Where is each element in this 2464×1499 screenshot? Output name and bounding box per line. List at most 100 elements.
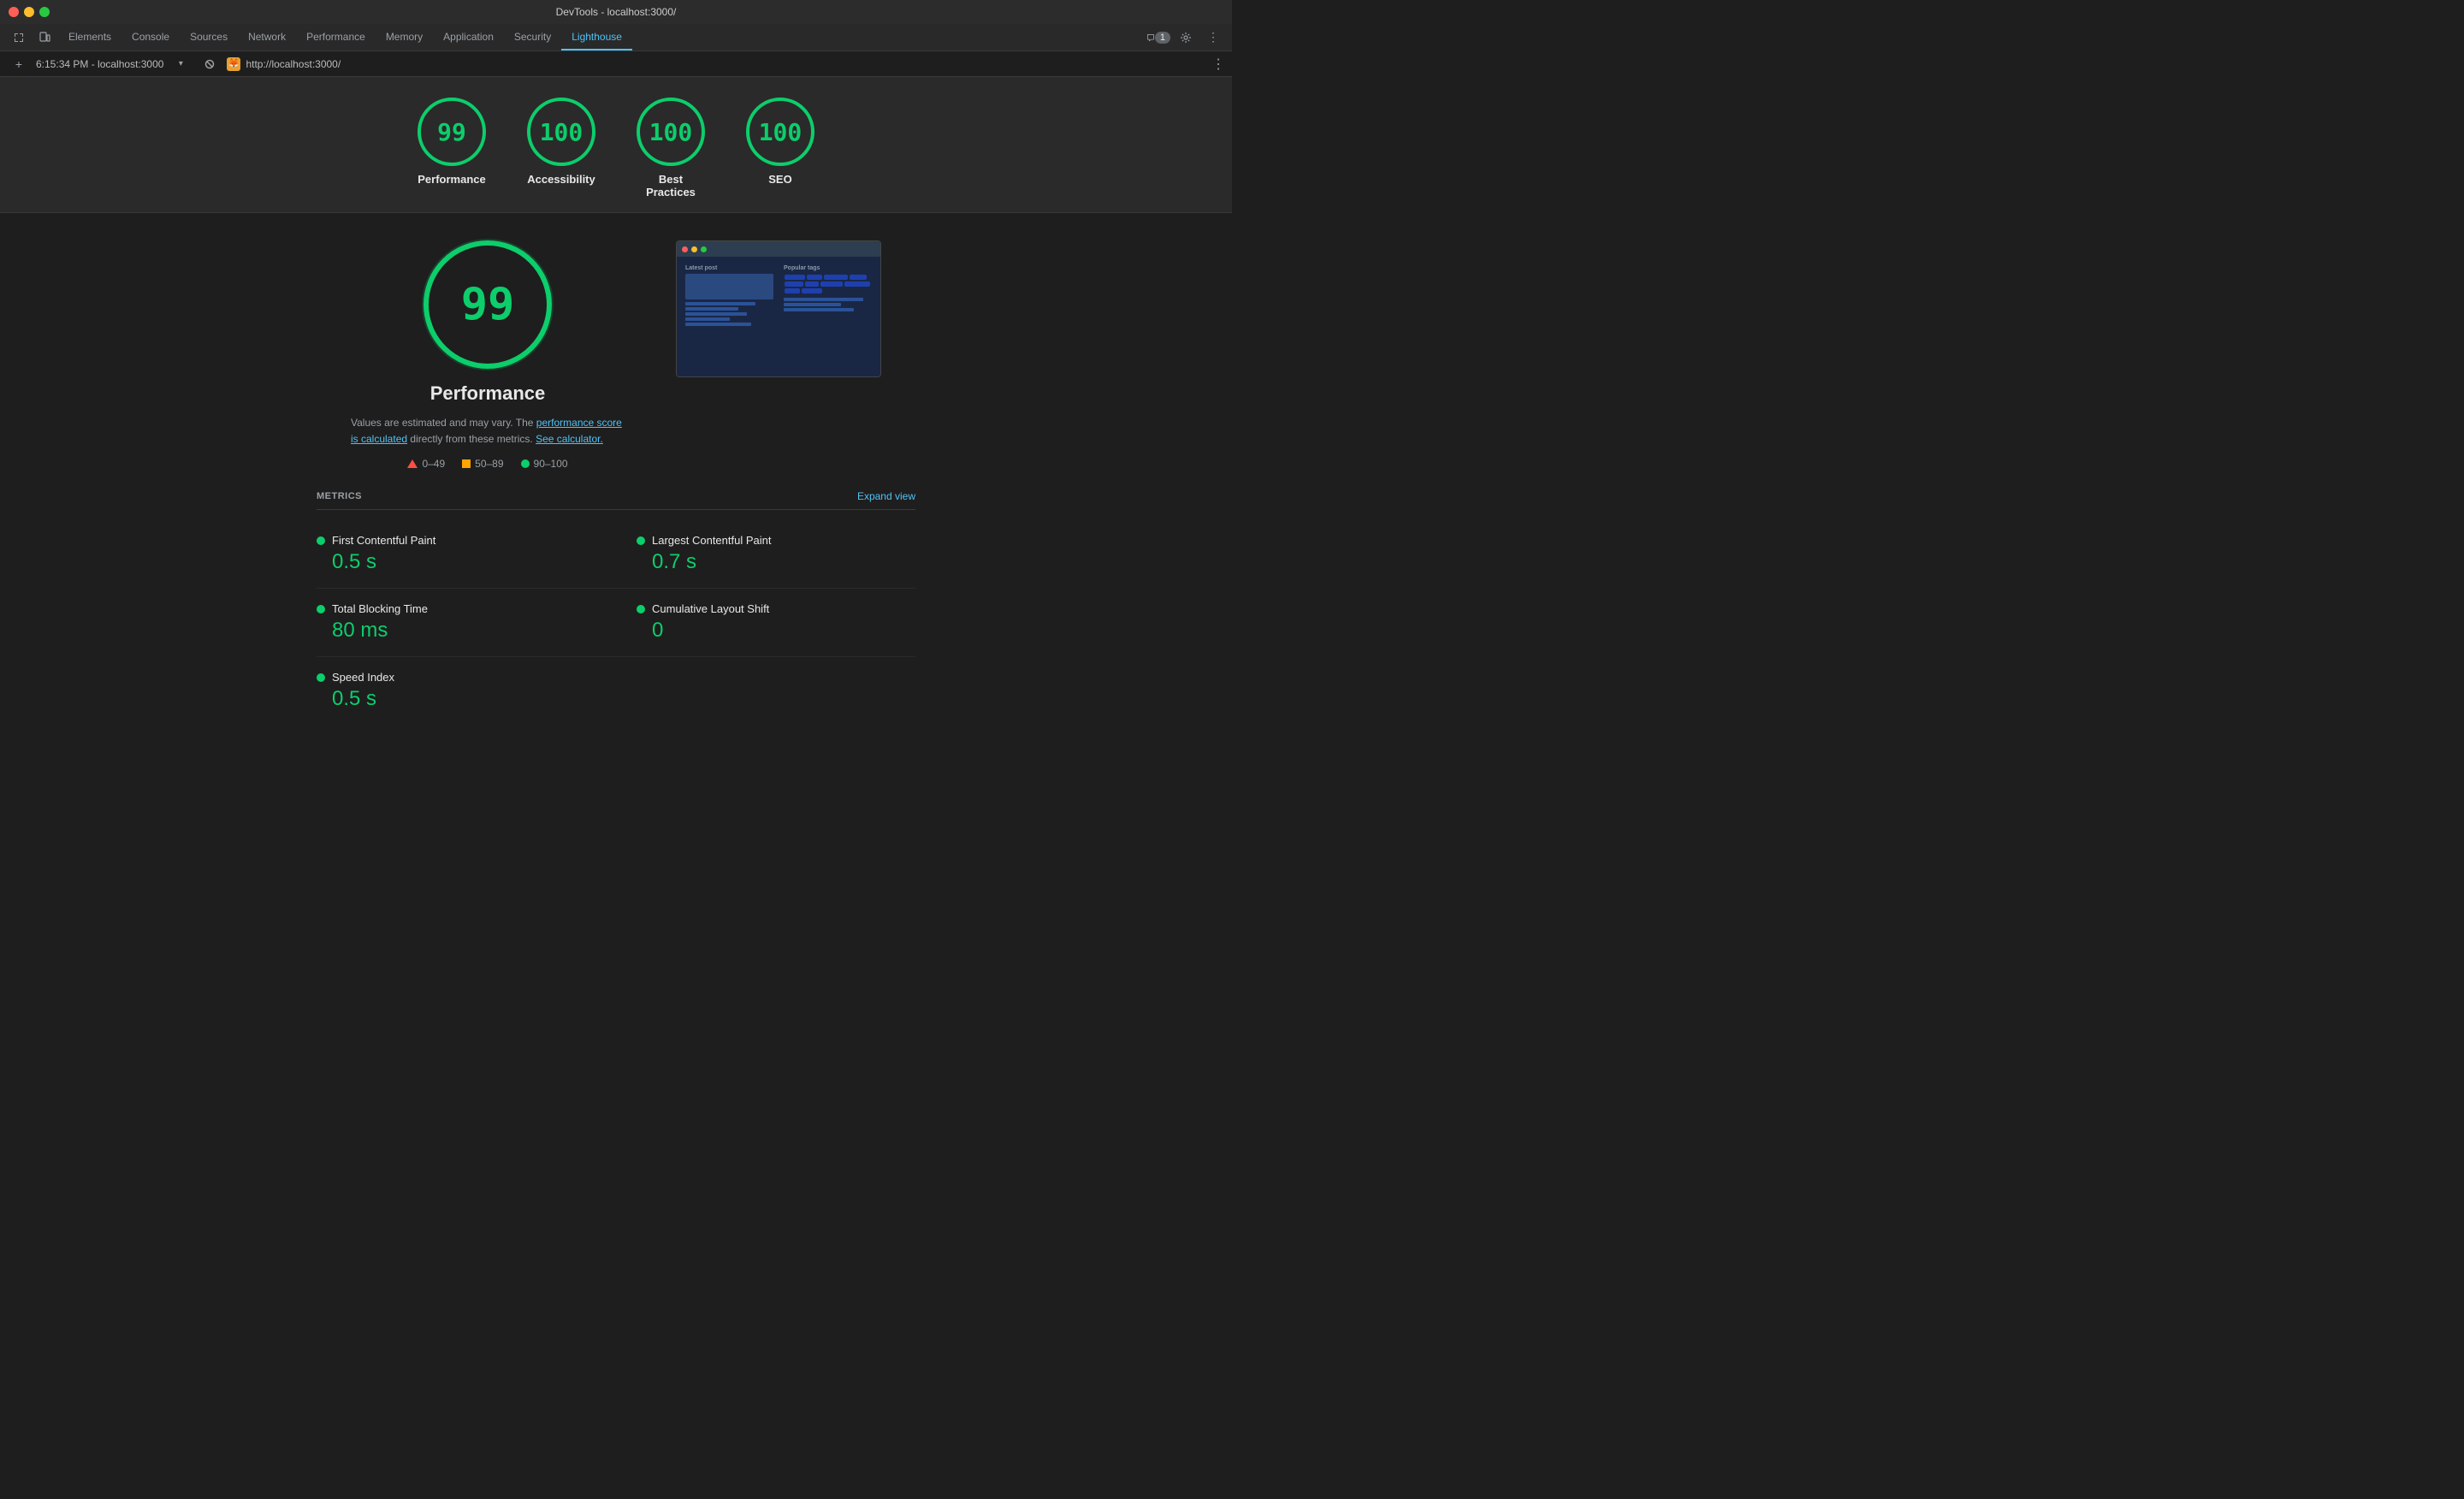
score-value-accessibility: 100 (540, 118, 583, 146)
metric-tbt-value: 80 ms (332, 619, 616, 643)
screenshot-bar-r2 (784, 303, 841, 306)
see-calculator-link[interactable]: See calculator. (536, 433, 603, 445)
metric-si: Speed Index 0.5 s (317, 657, 616, 725)
score-seo[interactable]: 100 SEO (746, 98, 814, 198)
screenshot-tag-9 (785, 288, 800, 293)
ss-close-dot (682, 246, 688, 252)
screenshot-tag-10 (802, 288, 822, 293)
metric-tbt-name: Total Blocking Time (332, 602, 428, 615)
metrics-header: METRICS Expand view (317, 490, 915, 510)
tab-security[interactable]: Security (504, 24, 561, 50)
score-accessibility[interactable]: 100 Accessibility (527, 98, 595, 198)
tab-application[interactable]: Application (433, 24, 504, 50)
url-dropdown-button[interactable]: ▾ (169, 52, 192, 76)
metric-fcp: First Contentful Paint 0.5 s (317, 520, 616, 589)
metric-cls-name: Cumulative Layout Shift (652, 602, 769, 615)
score-value-performance: 99 (437, 118, 466, 146)
legend-pass-label: 90–100 (534, 458, 568, 470)
metric-si-name: Speed Index (332, 671, 394, 684)
metric-lcp-dot (637, 536, 645, 545)
performance-header: 99 Performance Values are estimated and … (351, 240, 881, 470)
score-circle-performance: 99 (418, 98, 486, 166)
legend-fail-label: 0–49 (422, 458, 445, 470)
metric-lcp: Largest Contentful Paint 0.7 s (616, 520, 915, 589)
screenshot-titlebar (677, 241, 880, 257)
settings-button[interactable] (1174, 26, 1198, 50)
performance-description: Values are estimated and may vary. The p… (351, 415, 625, 447)
score-performance[interactable]: 99 Performance (418, 98, 486, 198)
screenshot-bar-5 (685, 323, 751, 326)
more-button[interactable]: ⋮ (1201, 26, 1225, 50)
metric-si-value: 0.5 s (332, 687, 616, 711)
screenshot-right-col: Popular tags (780, 262, 875, 371)
stop-button[interactable] (198, 52, 222, 76)
screenshot-tag-3 (824, 275, 848, 280)
url-bar: + 6:15:34 PM - localhost:3000 ▾ 🦊 http:/… (0, 51, 1232, 77)
screenshot-tag-4 (850, 275, 867, 280)
url-time: 6:15:34 PM - localhost:3000 (36, 58, 163, 70)
traffic-lights (9, 7, 50, 17)
ss-max-dot (701, 246, 707, 252)
inspect-element-button[interactable] (7, 26, 31, 50)
chat-badge: 1 (1155, 32, 1170, 44)
device-toolbar-button[interactable] (33, 26, 56, 50)
tab-list: Elements Console Sources Network Perform… (58, 24, 1145, 50)
legend-fail-icon (407, 459, 418, 468)
close-button[interactable] (9, 7, 19, 17)
score-label-seo: SEO (768, 173, 791, 186)
screenshot-tag-6 (805, 281, 819, 287)
maximize-button[interactable] (39, 7, 50, 17)
ss-min-dot (691, 246, 697, 252)
chat-button[interactable]: 1 (1146, 26, 1170, 50)
tab-performance[interactable]: Performance (296, 24, 376, 50)
tab-memory[interactable]: Memory (376, 24, 433, 50)
performance-score-circle: 99 (424, 240, 552, 369)
screenshot-tag-2 (807, 275, 822, 280)
screenshot-tag-1 (785, 275, 805, 280)
legend-average-label: 50–89 (475, 458, 503, 470)
score-best-practices[interactable]: 100 BestPractices (637, 98, 705, 198)
tab-elements[interactable]: Elements (58, 24, 121, 50)
legend-pass-icon (521, 459, 530, 468)
tab-network[interactable]: Network (238, 24, 296, 50)
metrics-grid: First Contentful Paint 0.5 s Largest Con… (317, 520, 915, 725)
score-circle-accessibility: 100 (527, 98, 595, 166)
performance-score-value: 99 (461, 279, 515, 330)
tab-console[interactable]: Console (121, 24, 180, 50)
metric-si-dot (317, 673, 325, 682)
score-circle-seo: 100 (746, 98, 814, 166)
metric-cls: Cumulative Layout Shift 0 (616, 589, 915, 657)
metric-lcp-name-row: Largest Contentful Paint (637, 534, 915, 547)
screenshot-bar-4 (685, 317, 730, 321)
score-label-accessibility: Accessibility (527, 173, 595, 186)
favicon: 🦊 (227, 57, 240, 71)
screenshot-bar-r1 (784, 298, 863, 301)
screenshot-tags (784, 274, 872, 294)
metric-lcp-name: Largest Contentful Paint (652, 534, 771, 547)
score-value-seo: 100 (759, 118, 803, 146)
screenshot-tag-5 (785, 281, 803, 287)
metric-tbt-name-row: Total Blocking Time (317, 602, 616, 615)
score-label-performance: Performance (418, 173, 485, 186)
metric-cls-dot (637, 605, 645, 613)
devtools-toolbar: Elements Console Sources Network Perform… (0, 24, 1232, 51)
new-tab-button[interactable]: + (7, 52, 31, 76)
url-bar-left: + 6:15:34 PM - localhost:3000 ▾ (7, 52, 222, 76)
scores-section: 99 Performance 100 Accessibility 100 Bes… (0, 77, 1232, 213)
tab-sources[interactable]: Sources (180, 24, 238, 50)
metric-fcp-dot (317, 536, 325, 545)
tab-lighthouse[interactable]: Lighthouse (561, 24, 632, 50)
metric-lcp-value: 0.7 s (652, 550, 915, 574)
metrics-title: METRICS (317, 491, 362, 501)
score-circle-best-practices: 100 (637, 98, 705, 166)
expand-view-button[interactable]: Expand view (857, 490, 915, 502)
url-display: http://localhost:3000/ (246, 58, 341, 70)
url-more-button[interactable]: ⋮ (1211, 56, 1225, 73)
minimize-button[interactable] (24, 7, 34, 17)
screenshot-post-image (685, 274, 773, 299)
toolbar-right: 1 ⋮ (1146, 26, 1225, 50)
legend-average-icon (462, 459, 471, 468)
screenshot-bar-2 (685, 307, 738, 311)
metric-cls-value: 0 (652, 619, 915, 643)
score-value-best-practices: 100 (649, 118, 693, 146)
